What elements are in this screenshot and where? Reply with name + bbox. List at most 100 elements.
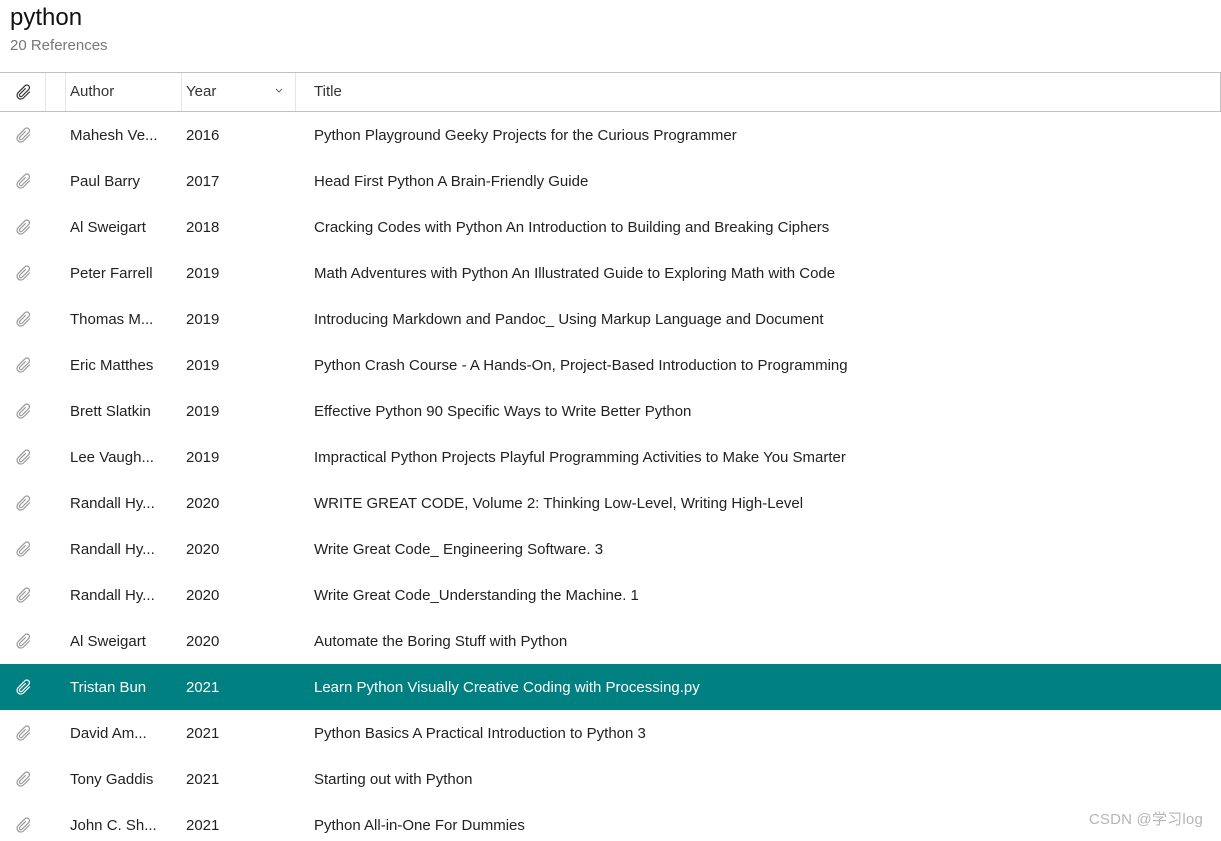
title-cell: Impractical Python Projects Playful Prog… — [296, 449, 1221, 466]
paperclip-icon — [14, 83, 32, 101]
table-row[interactable]: David Am...2021Python Basics A Practical… — [0, 710, 1221, 756]
title-cell: Head First Python A Brain-Friendly Guide — [296, 173, 1221, 190]
year-cell: 2020 — [182, 633, 296, 650]
author-cell: Randall Hy... — [66, 541, 182, 558]
table-row[interactable]: Tristan Bun2021Learn Python Visually Cre… — [0, 664, 1221, 710]
title-cell: WRITE GREAT CODE, Volume 2: Thinking Low… — [296, 495, 1221, 512]
page-title: python — [10, 4, 1211, 33]
column-year[interactable]: Year — [182, 73, 296, 111]
attachment-cell[interactable] — [0, 724, 46, 742]
attachment-cell[interactable] — [0, 402, 46, 420]
attachment-cell[interactable] — [0, 126, 46, 144]
title-cell: Introducing Markdown and Pandoc_ Using M… — [296, 311, 1221, 328]
column-title[interactable]: Title — [296, 73, 1221, 111]
reference-count: 20 References — [10, 37, 1211, 54]
year-cell: 2018 — [182, 219, 296, 236]
paperclip-icon — [14, 310, 32, 328]
year-cell: 2019 — [182, 357, 296, 374]
author-cell: Peter Farrell — [66, 265, 182, 282]
paperclip-icon — [14, 770, 32, 788]
author-cell: Al Sweigart — [66, 633, 182, 650]
table-row[interactable]: John C. Sh...2021Python All-in-One For D… — [0, 802, 1221, 841]
year-cell: 2017 — [182, 173, 296, 190]
attachment-cell[interactable] — [0, 816, 46, 834]
author-cell: Paul Barry — [66, 173, 182, 190]
column-author-label: Author — [70, 83, 114, 100]
attachment-cell[interactable] — [0, 310, 46, 328]
author-cell: Lee Vaugh... — [66, 449, 182, 466]
table-row[interactable]: Thomas M...2019Introducing Markdown and … — [0, 296, 1221, 342]
table-row[interactable]: Al Sweigart2020Automate the Boring Stuff… — [0, 618, 1221, 664]
title-cell: Starting out with Python — [296, 771, 1221, 788]
paperclip-icon — [14, 632, 32, 650]
paperclip-icon — [14, 402, 32, 420]
attachment-cell[interactable] — [0, 632, 46, 650]
paperclip-icon — [14, 586, 32, 604]
paperclip-icon — [14, 172, 32, 190]
attachment-cell[interactable] — [0, 218, 46, 236]
attachment-cell[interactable] — [0, 586, 46, 604]
table-row[interactable]: Lee Vaugh...2019Impractical Python Proje… — [0, 434, 1221, 480]
table-row[interactable]: Randall Hy...2020WRITE GREAT CODE, Volum… — [0, 480, 1221, 526]
title-cell: Learn Python Visually Creative Coding wi… — [296, 679, 1221, 696]
paperclip-icon — [14, 356, 32, 374]
page-header: python 20 References — [0, 0, 1221, 64]
table-row[interactable]: Brett Slatkin2019Effective Python 90 Spe… — [0, 388, 1221, 434]
author-cell: John C. Sh... — [66, 817, 182, 834]
author-cell: David Am... — [66, 725, 182, 742]
table-row[interactable]: Tony Gaddis2021Starting out with Python — [0, 756, 1221, 802]
year-cell: 2019 — [182, 311, 296, 328]
attachment-cell[interactable] — [0, 448, 46, 466]
title-cell: Write Great Code_Understanding the Machi… — [296, 587, 1221, 604]
title-cell: Cracking Codes with Python An Introducti… — [296, 219, 1221, 236]
paperclip-icon — [14, 264, 32, 282]
paperclip-icon — [14, 494, 32, 512]
table-row[interactable]: Al Sweigart2018Cracking Codes with Pytho… — [0, 204, 1221, 250]
author-cell: Randall Hy... — [66, 495, 182, 512]
paperclip-icon — [14, 540, 32, 558]
column-title-label: Title — [314, 83, 342, 100]
title-cell: Math Adventures with Python An Illustrat… — [296, 265, 1221, 282]
year-cell: 2019 — [182, 403, 296, 420]
attachment-cell[interactable] — [0, 356, 46, 374]
attachment-cell[interactable] — [0, 172, 46, 190]
table-row[interactable]: Eric Matthes2019Python Crash Course - A … — [0, 342, 1221, 388]
table-row[interactable]: Randall Hy...2020Write Great Code_ Engin… — [0, 526, 1221, 572]
table-row[interactable]: Peter Farrell2019Math Adventures with Py… — [0, 250, 1221, 296]
table-row[interactable]: Randall Hy...2020Write Great Code_Unders… — [0, 572, 1221, 618]
year-cell: 2021 — [182, 679, 296, 696]
year-cell: 2020 — [182, 587, 296, 604]
author-cell: Tony Gaddis — [66, 771, 182, 788]
paperclip-icon — [14, 724, 32, 742]
author-cell: Mahesh Ve... — [66, 127, 182, 144]
year-cell: 2021 — [182, 817, 296, 834]
column-author[interactable]: Author — [66, 73, 182, 111]
table-row[interactable]: Mahesh Ve...2016Python Playground Geeky … — [0, 112, 1221, 158]
title-cell: Python All-in-One For Dummies — [296, 817, 1221, 834]
paperclip-icon — [14, 218, 32, 236]
author-cell: Al Sweigart — [66, 219, 182, 236]
attachment-cell[interactable] — [0, 678, 46, 696]
title-cell: Python Basics A Practical Introduction t… — [296, 725, 1221, 742]
attachment-cell[interactable] — [0, 770, 46, 788]
author-cell: Tristan Bun — [66, 679, 182, 696]
title-cell: Write Great Code_ Engineering Software. … — [296, 541, 1221, 558]
column-spacer — [46, 73, 66, 111]
year-cell: 2020 — [182, 541, 296, 558]
year-cell: 2019 — [182, 449, 296, 466]
title-cell: Python Playground Geeky Projects for the… — [296, 127, 1221, 144]
attachment-cell[interactable] — [0, 264, 46, 282]
table-row[interactable]: Paul Barry2017Head First Python A Brain-… — [0, 158, 1221, 204]
year-cell: 2019 — [182, 265, 296, 282]
attachment-cell[interactable] — [0, 494, 46, 512]
paperclip-icon — [14, 816, 32, 834]
chevron-down-icon — [273, 83, 285, 100]
paperclip-icon — [14, 448, 32, 466]
title-cell: Python Crash Course - A Hands-On, Projec… — [296, 357, 1221, 374]
title-cell: Automate the Boring Stuff with Python — [296, 633, 1221, 650]
attachment-cell[interactable] — [0, 540, 46, 558]
year-cell: 2016 — [182, 127, 296, 144]
column-attachment[interactable] — [0, 73, 46, 111]
paperclip-icon — [14, 126, 32, 144]
reference-table: Author Year Title Mahesh Ve...2016Python… — [0, 72, 1221, 841]
